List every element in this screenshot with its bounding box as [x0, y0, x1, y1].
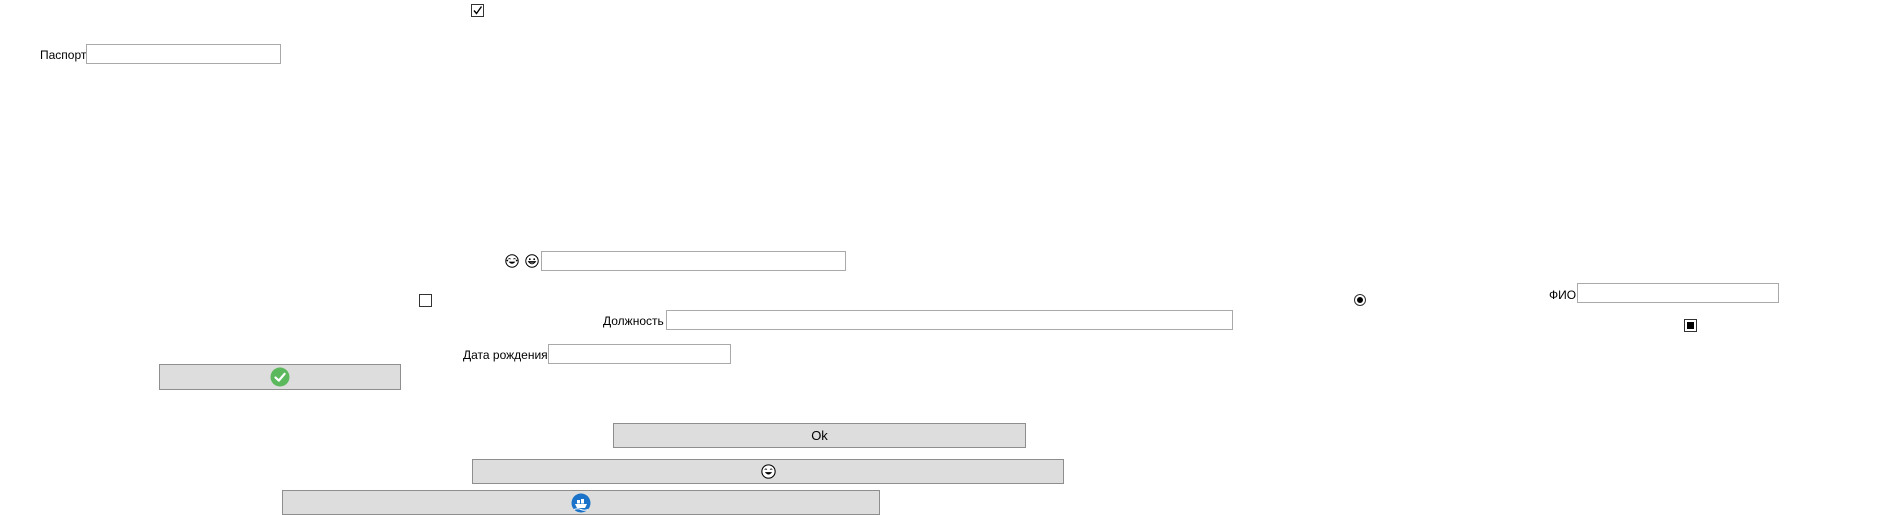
ok-button[interactable]: Ok [613, 423, 1026, 448]
emoji-button[interactable] [472, 459, 1064, 484]
position-label: Должность [603, 314, 664, 328]
fio-label: ФИО [1549, 288, 1577, 302]
confirm-check-button[interactable] [159, 364, 401, 390]
birthdate-field[interactable] [548, 344, 731, 364]
grinning-face-icon [760, 464, 776, 479]
ship-button[interactable] [282, 490, 880, 515]
position-field[interactable] [666, 310, 1233, 330]
passport-field[interactable] [86, 44, 281, 64]
grinning-face-icon [525, 254, 539, 268]
right-checkbox[interactable] [1684, 319, 1697, 332]
left-checkbox[interactable] [419, 294, 432, 307]
crying-laughing-face-icon [505, 254, 519, 268]
emoji-text-field[interactable] [541, 251, 846, 271]
check-circle-icon [270, 367, 290, 387]
fio-field[interactable] [1577, 283, 1779, 303]
passport-label: Паспорт [40, 48, 87, 62]
top-checkbox[interactable] [471, 4, 484, 17]
checkbox-fill [1687, 322, 1694, 329]
radio-button[interactable] [1354, 294, 1366, 306]
checkmark-icon [473, 6, 483, 15]
birthdate-label: Дата рождения [463, 348, 548, 362]
radio-dot [1357, 297, 1363, 303]
ship-badge-icon [571, 493, 591, 512]
